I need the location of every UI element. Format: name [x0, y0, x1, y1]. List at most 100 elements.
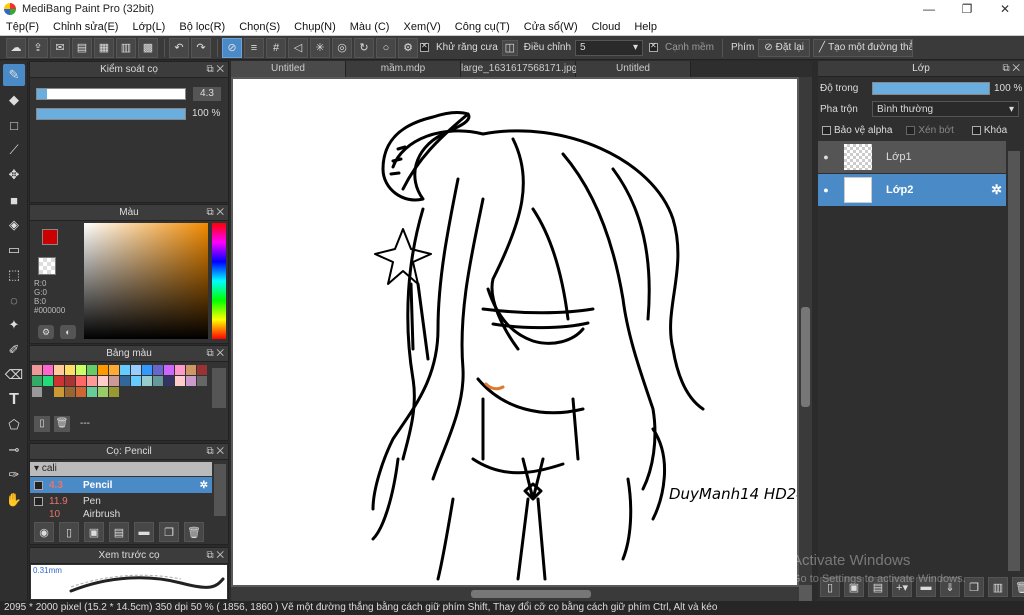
palette-swatch[interactable]	[98, 376, 108, 386]
snap-parallel-icon[interactable]: ≡	[244, 37, 264, 58]
brush-item[interactable]: 10 Airbrush	[30, 509, 212, 517]
snap-curve-icon[interactable]: ↻	[354, 37, 374, 58]
brush-item[interactable]: 4.3 Pencil ✲	[30, 477, 212, 493]
menu-select[interactable]: Chọn(S)	[239, 21, 280, 33]
palette-swatch[interactable]	[142, 365, 152, 375]
brush-size-value[interactable]: 4.3	[193, 87, 221, 101]
close-icon[interactable]: ✕	[216, 550, 224, 561]
reset-button[interactable]: ⊘ Đặt lại	[758, 38, 811, 57]
palette-swatch[interactable]	[32, 387, 42, 397]
palette-swatch[interactable]	[109, 376, 119, 386]
menu-filter[interactable]: Bộ lọc(R)	[179, 21, 225, 33]
layer-opacity-slider[interactable]	[872, 82, 990, 95]
palette-swatch[interactable]	[186, 365, 196, 375]
close-button[interactable]: ✕	[986, 0, 1024, 18]
close-icon[interactable]: ✕	[216, 207, 224, 218]
vertical-scroll-thumb[interactable]	[801, 307, 810, 407]
add-brush-icon[interactable]: ◉	[34, 522, 54, 542]
lasso-icon[interactable]: ◌	[3, 289, 25, 311]
palette-swatch[interactable]	[65, 376, 75, 386]
lock-checkbox[interactable]	[971, 126, 981, 135]
palette-swatch[interactable]	[142, 376, 152, 386]
undock-icon[interactable]: ⧉	[1002, 63, 1009, 74]
palette-swatch[interactable]	[131, 365, 141, 375]
palette-swatch[interactable]	[153, 376, 163, 386]
blend-mode-dropdown[interactable]: Bình thường ▾	[872, 101, 1019, 117]
brush-group-header[interactable]: ▾ cali	[30, 462, 212, 476]
palette-swatch[interactable]	[197, 376, 207, 386]
palette-scrollbar[interactable]	[212, 368, 226, 408]
menu-snap[interactable]: Chụp(N)	[294, 21, 336, 33]
snap-vanish-icon[interactable]: ◁	[288, 37, 308, 58]
gradient-icon[interactable]: ▭	[3, 239, 25, 261]
palette-swatch[interactable]	[175, 365, 185, 375]
menu-edit[interactable]: Chỉnh sửa(E)	[53, 21, 118, 33]
tab-large-image[interactable]: large_1631617568171.jpg	[461, 61, 577, 77]
brush-icon[interactable]: ✎	[3, 64, 25, 86]
menu-cloud[interactable]: Cloud	[592, 21, 621, 33]
grid-icon[interactable]: ▩	[138, 37, 158, 58]
clipping-checkbox[interactable]	[906, 126, 916, 135]
palette-swatch[interactable]	[32, 376, 42, 386]
transparent-swatch[interactable]	[38, 257, 56, 275]
protect-alpha-checkbox[interactable]	[822, 126, 831, 135]
tab-untitled-1[interactable]: Untitled	[231, 61, 346, 77]
cloud-icon[interactable]: ☁	[6, 37, 26, 58]
palette-swatch[interactable]	[186, 376, 196, 386]
palette-swatch[interactable]	[76, 387, 86, 397]
menu-tools[interactable]: Công cụ(T)	[455, 21, 510, 33]
mixer-icon[interactable]: ◐	[60, 325, 76, 339]
palette-swatch[interactable]	[98, 365, 108, 375]
palette-swatch[interactable]	[54, 376, 64, 386]
drawing-canvas[interactable]: DuyManh14 HD247	[233, 79, 797, 585]
new-brush-icon[interactable]: ▯	[59, 522, 79, 542]
tab-mam[interactable]: mầm.mdp	[346, 61, 461, 77]
straight-line-button[interactable]: ╱ Tạo một đường thẳng	[813, 38, 914, 57]
tab-untitled-2[interactable]: Untitled	[576, 61, 691, 77]
select-pen-icon[interactable]: ✐	[3, 339, 25, 361]
minimize-button[interactable]: —	[910, 0, 948, 18]
palette-swatch[interactable]	[87, 387, 97, 397]
palette-swatch[interactable]	[54, 365, 64, 375]
eraser-icon[interactable]: ◆	[3, 89, 25, 111]
palette-swatch[interactable]	[109, 387, 119, 397]
duplicate-icon[interactable]: ❐	[159, 522, 179, 542]
gear-icon[interactable]: ✲	[991, 182, 1002, 198]
palette-swatch[interactable]	[197, 365, 207, 375]
palette-swatch[interactable]	[164, 376, 174, 386]
text-icon[interactable]: T	[3, 389, 25, 411]
new-palette-icon[interactable]: ▯	[34, 416, 50, 432]
magic-wand-icon[interactable]: ✦	[3, 314, 25, 336]
foreground-color-swatch[interactable]	[42, 229, 58, 245]
horizontal-scroll-thumb[interactable]	[471, 590, 591, 598]
palette-swatch[interactable]	[164, 365, 174, 375]
hand-icon[interactable]: ✋	[3, 489, 25, 511]
palette-swatch[interactable]	[43, 387, 53, 397]
snap-radial-icon[interactable]: ✳	[310, 37, 330, 58]
undock-icon[interactable]: ⧉	[206, 348, 213, 359]
layer-scrollbar[interactable]	[1008, 151, 1020, 571]
palette-swatch[interactable]	[153, 365, 163, 375]
close-icon[interactable]: ✕	[1012, 63, 1020, 74]
export-brush-icon[interactable]: ▤	[109, 522, 129, 542]
trash-icon[interactable]: 🗑	[184, 522, 204, 542]
palette-swatch[interactable]	[54, 387, 64, 397]
eye-icon[interactable]: ●	[818, 152, 834, 162]
redo-icon[interactable]: ↷	[191, 37, 211, 58]
select-rect-icon[interactable]: ⬚	[3, 264, 25, 286]
snap-grid-icon[interactable]: #	[266, 37, 286, 58]
eyedropper-icon[interactable]: ⊸	[3, 439, 25, 461]
palette-swatch[interactable]	[32, 365, 42, 375]
snap-ellipse-icon[interactable]: ○	[376, 37, 396, 58]
undock-icon[interactable]: ⧉	[206, 550, 213, 561]
close-icon[interactable]: ✕	[216, 64, 224, 75]
divide-icon[interactable]: ⬠	[3, 414, 25, 436]
page-list-icon[interactable]: ▥	[116, 37, 136, 58]
undo-icon[interactable]: ↶	[169, 37, 189, 58]
menu-color[interactable]: Màu (C)	[350, 21, 390, 33]
adjust-dropdown[interactable]: 5 ▾	[575, 39, 644, 56]
palette-swatch[interactable]	[120, 365, 130, 375]
select-eraser-icon[interactable]: ⌫	[3, 364, 25, 386]
soft-edge-checkbox[interactable]	[649, 41, 659, 52]
hue-bar[interactable]	[212, 223, 226, 339]
